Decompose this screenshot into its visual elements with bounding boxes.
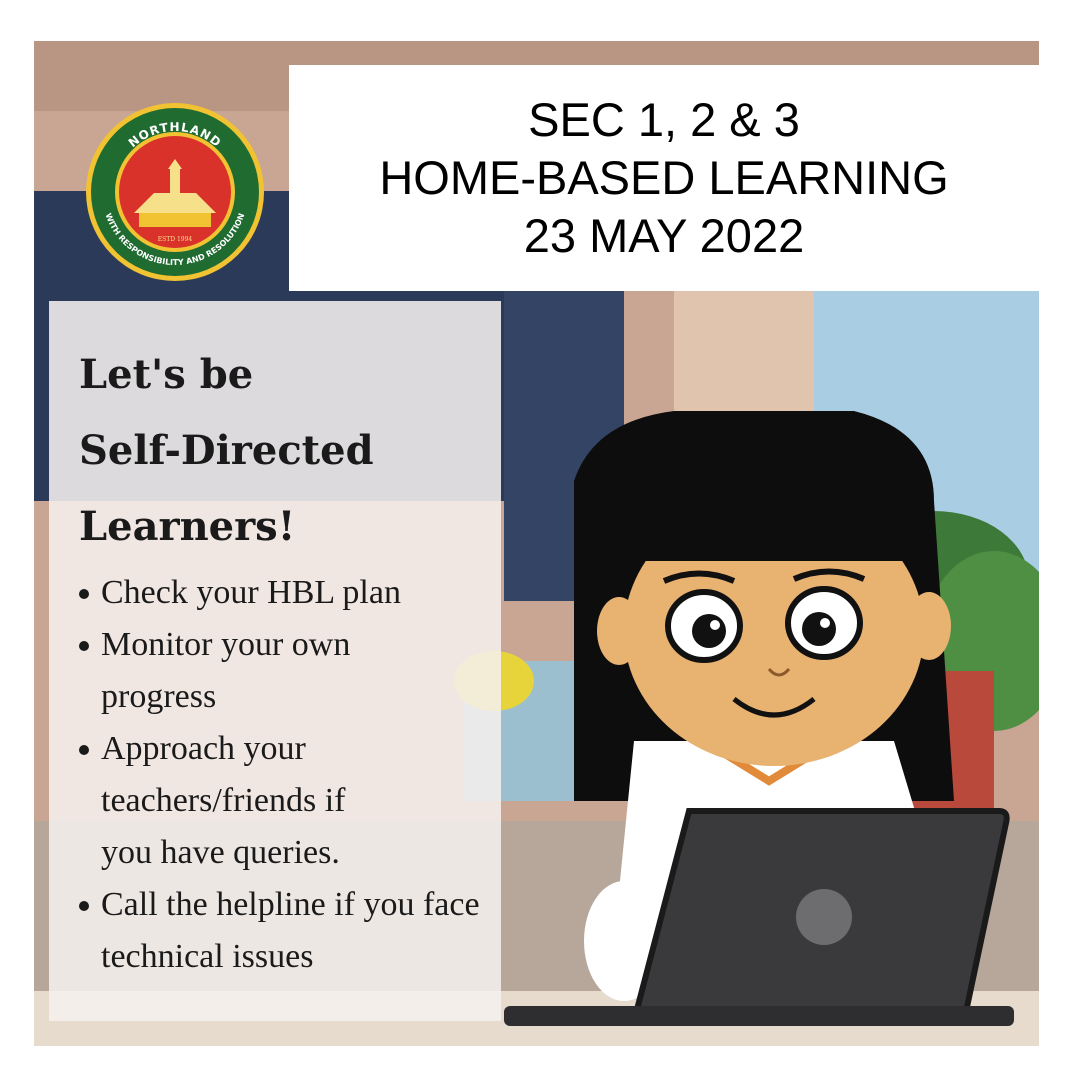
- tip-item: Approach your teachers/friends if you ha…: [79, 723, 401, 879]
- panel-heading-line: Learners!: [79, 503, 296, 550]
- tip-item: Check your HBL plan: [79, 567, 501, 619]
- title-line-program: HOME-BASED LEARNING: [379, 151, 949, 204]
- title-line-date: 23 MAY 2022: [523, 209, 805, 262]
- panel-heading-line: Let's be: [79, 351, 254, 398]
- title-line-grades: SEC 1, 2 & 3: [528, 93, 800, 146]
- title-banner: SEC 1, 2 & 3 HOME-BASED LEARNING 23 MAY …: [289, 65, 1039, 291]
- info-panel: Let's be Self-Directed Learners! Check y…: [49, 301, 501, 1021]
- tips-list: Check your HBL plan Monitor your own pro…: [79, 567, 501, 983]
- panel-heading-line: Self-Directed: [79, 427, 374, 474]
- panel-heading: Let's be Self-Directed Learners!: [79, 337, 501, 565]
- poster: SEC 1, 2 & 3 HOME-BASED LEARNING 23 MAY …: [34, 41, 1039, 1046]
- tip-item: Monitor your own progress: [79, 619, 431, 723]
- svg-text:ESTD 1994: ESTD 1994: [158, 236, 193, 243]
- tip-item: Call the helpline if you face technical …: [79, 879, 501, 983]
- school-crest-icon: NORTHLAND WITH RESPONSIBILITY AND RESOLU…: [86, 103, 264, 281]
